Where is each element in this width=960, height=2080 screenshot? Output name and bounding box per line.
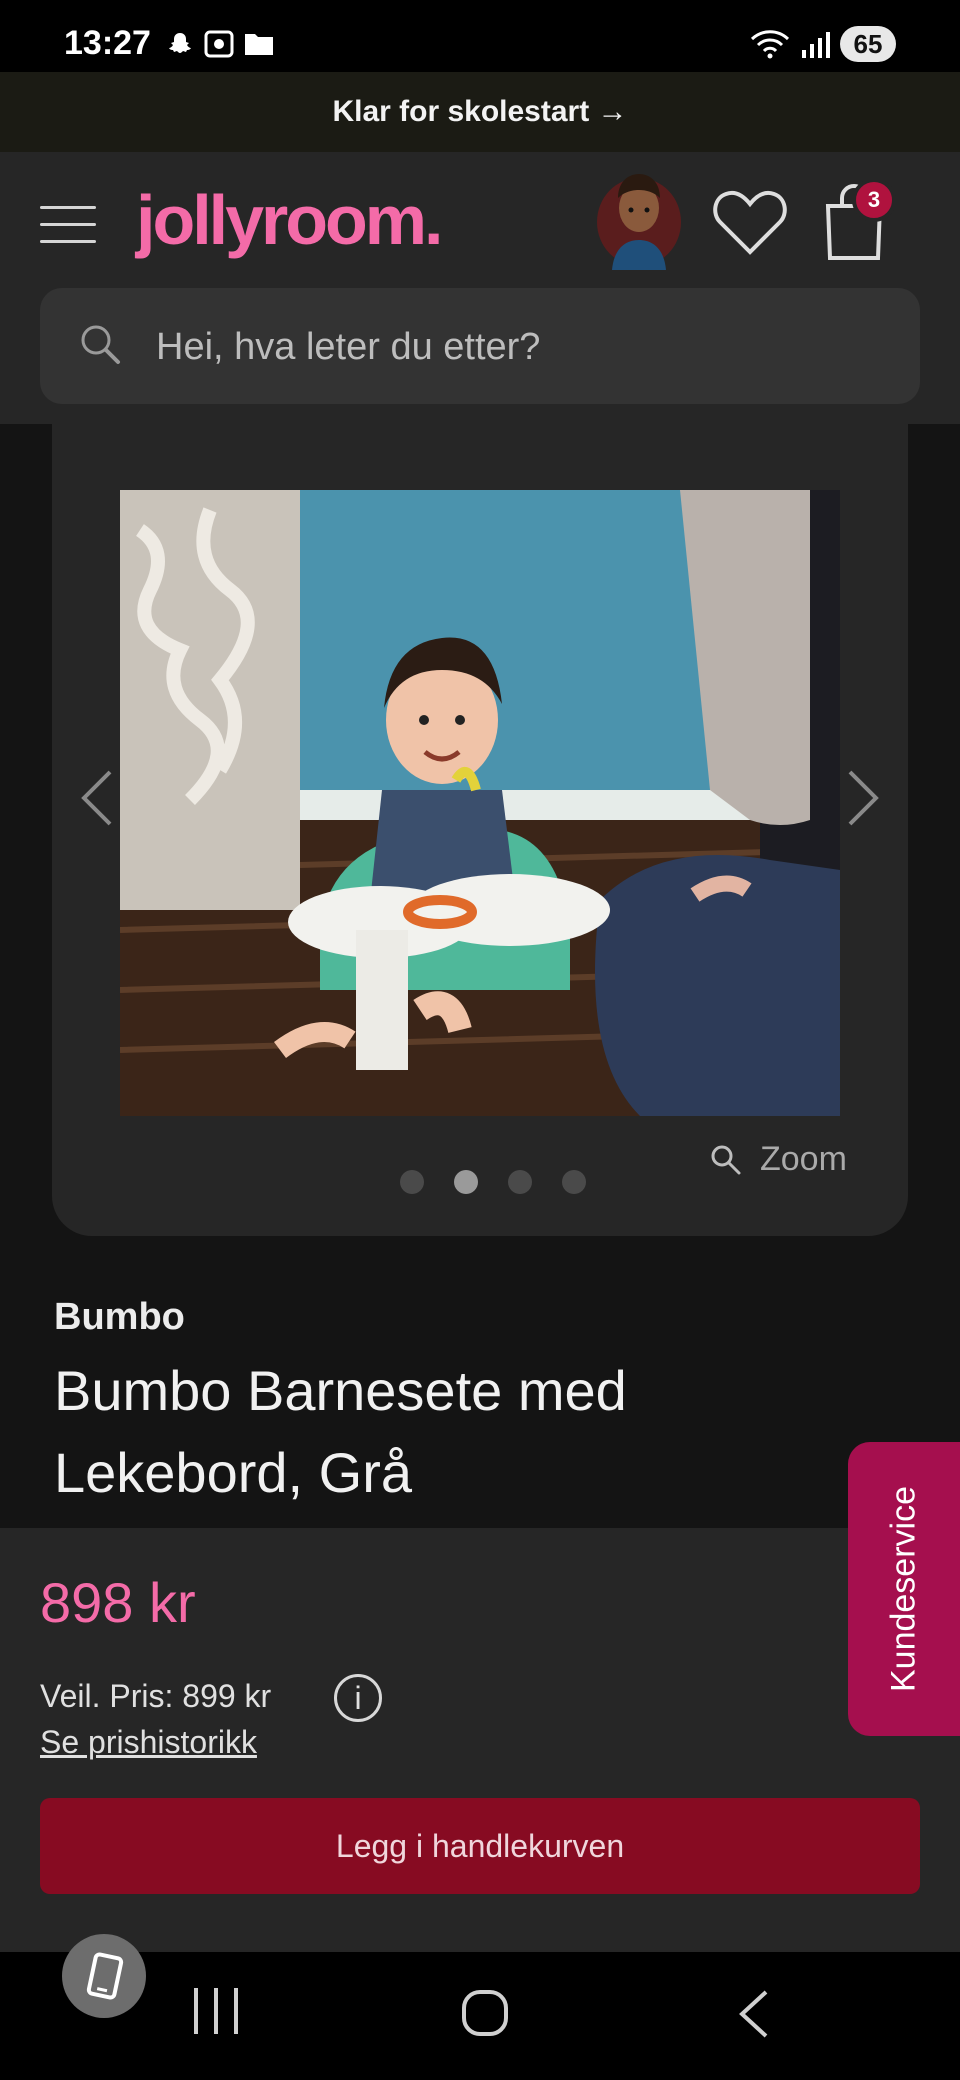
avatar-icon[interactable] [594,160,684,270]
product-image[interactable] [120,490,840,1116]
snapchat-icon [169,33,191,53]
search-placeholder: Hei, hva leter du etter? [156,326,541,368]
carousel-dot[interactable] [562,1170,586,1194]
site-header: jollyroom. 3 Hei, hva leter du etter? [0,152,960,424]
chevron-right-icon[interactable] [842,768,882,828]
search-input[interactable]: Hei, hva leter du etter? [40,288,920,404]
carousel-dot[interactable] [508,1170,532,1194]
jollyroom-logo[interactable]: jollyroom. [136,180,443,260]
wifi-icon [750,30,790,59]
carousel-dots [400,1170,586,1194]
search-icon [81,325,120,364]
battery-indicator: 65 [840,26,896,62]
price-panel: 898 kr Veil. Pris: 899 kr i Se prishisto… [0,1528,960,1952]
recommended-price: Veil. Pris: 899 kr [40,1678,272,1714]
phone-icon [86,1952,124,2000]
home-icon[interactable] [462,1990,508,2036]
screenshot-icon [204,30,234,58]
info-icon[interactable]: i [334,1674,382,1722]
carousel-dot-active[interactable] [454,1170,478,1194]
magnifier-icon [711,1145,741,1174]
customer-service-tab[interactable]: Kundeservice [848,1442,960,1736]
folder-icon [245,34,273,55]
app-screen: 13:27 65 Klar for skolestart → jollyroom… [0,0,960,2080]
cart-count-badge: 3 [852,178,896,222]
hamburger-menu-icon[interactable] [40,206,96,246]
zoom-label: Zoom [760,1140,847,1178]
product-brand[interactable]: Bumbo [54,1296,185,1339]
zoom-button[interactable]: Zoom [710,1140,847,1179]
status-notification-icons [166,30,274,58]
chevron-left-icon[interactable] [78,768,118,828]
phone-floating-button[interactable] [62,1934,146,2018]
carousel-dot[interactable] [400,1170,424,1194]
add-to-cart-button[interactable]: Legg i handlekurven [40,1798,920,1894]
product-price: 898 kr [40,1571,196,1634]
customer-service-label: Kundeservice [884,1485,923,1693]
price-history-link[interactable]: Se prishistorikk [40,1724,257,1761]
status-time: 13:27 [64,24,151,62]
back-icon[interactable] [736,1988,770,2040]
product-gallery: Zoom [52,424,908,1236]
recent-apps-icon[interactable] [194,1988,238,2036]
status-bar: 13:27 65 [0,0,960,72]
status-system-icons: 65 [750,26,896,62]
promo-banner[interactable]: Klar for skolestart → [0,72,960,152]
product-title: Bumbo Barnesete med Lekebord, Grå [54,1359,627,1504]
wishlist-heart-icon[interactable] [712,188,788,258]
signal-icon [802,32,830,58]
